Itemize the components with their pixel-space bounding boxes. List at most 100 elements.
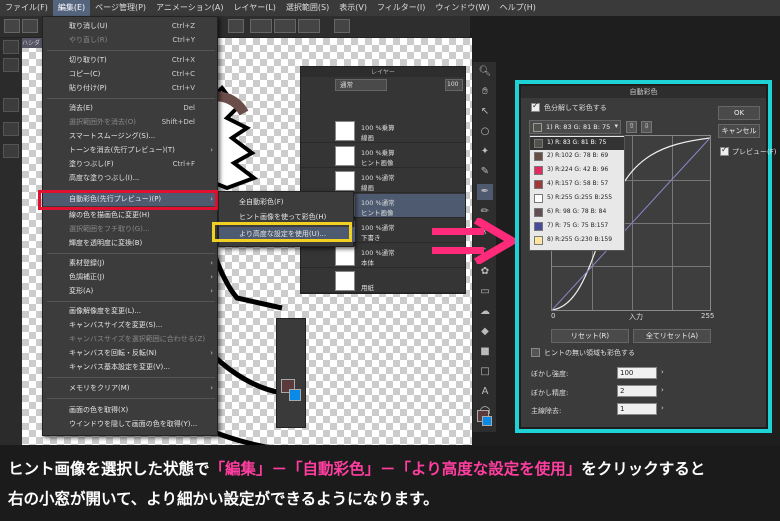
- menu-item-smart-smoothing[interactable]: スマートスムージング(S)...: [43, 129, 219, 143]
- menu-item-transform[interactable]: 変形(A) ›: [43, 284, 219, 298]
- layer-name: 本体: [361, 259, 374, 267]
- menu-item-image-resolution[interactable]: 画像解像度を変更(L)...: [43, 304, 219, 318]
- menu-item-rotate-flip-canvas[interactable]: キャンバスを回転・反転(N) ›: [43, 346, 219, 360]
- menu-item-change-line-color[interactable]: 線の色を描画色に変更(H): [43, 208, 219, 222]
- ok-button[interactable]: OK: [718, 106, 760, 120]
- menu-item-cut[interactable]: 切り取り(T) Ctrl+X: [43, 53, 219, 67]
- blur-precision-input[interactable]: 2: [617, 385, 657, 397]
- ruler-icon[interactable]: [250, 19, 272, 33]
- close-icon[interactable]: [3, 40, 19, 54]
- submenu-item-full-auto[interactable]: 全自動彩色(F): [219, 195, 355, 210]
- menu-item-remove-tone[interactable]: トーンを消去(先行プレビュー)(T) ›: [43, 143, 219, 157]
- menu-item-copy[interactable]: コピー(C) Ctrl+C: [43, 67, 219, 81]
- menu-window[interactable]: ウィンドウ(W): [430, 0, 494, 16]
- figure-icon[interactable]: □: [477, 364, 493, 380]
- menu-item-undo[interactable]: 取り消し(U) Ctrl+Z: [43, 19, 219, 33]
- operation-icon[interactable]: ↖: [477, 104, 493, 120]
- blur-precision-label: ぼかし精度:: [531, 389, 569, 397]
- chevron-right-icon[interactable]: ›: [661, 386, 664, 394]
- layer-row[interactable]: 100 %通常 線画: [301, 169, 465, 193]
- menu-item-clear[interactable]: 消去(E) Del: [43, 101, 219, 115]
- color-select[interactable]: 1) R: 83 G: 81 B: 75 ▾: [529, 120, 621, 134]
- main-line-removal-input[interactable]: 1: [617, 403, 657, 415]
- gradient-icon[interactable]: ■: [477, 344, 493, 360]
- ruler-icon[interactable]: [298, 19, 320, 33]
- menu-filter[interactable]: フィルター(I): [372, 0, 430, 16]
- tool-icon[interactable]: [3, 98, 19, 112]
- toolbar-button[interactable]: [4, 19, 20, 33]
- color-list-item[interactable]: 8) R:255 G:230 B:159: [530, 234, 624, 247]
- color-list-item[interactable]: 6) R: 98 G: 78 B: 84: [530, 206, 624, 219]
- menu-item-fit-canvas-to-selection[interactable]: キャンバスサイズを選択範囲に合わせる(Z): [43, 332, 219, 346]
- menu-item-hide-window-obtain-color[interactable]: ウインドウを隠して画面の色を取得(Y)...: [43, 417, 219, 431]
- eraser-icon[interactable]: ▭: [477, 284, 493, 300]
- menu-item-canvas-properties[interactable]: キャンバス基本設定を変更(V)...: [43, 360, 219, 374]
- hint-area-checkbox[interactable]: [531, 348, 540, 357]
- menu-item-canvas-size[interactable]: キャンバスサイズを変更(S)...: [43, 318, 219, 332]
- reset-all-button[interactable]: 全てリセット(A): [633, 329, 711, 343]
- blur-strength-input[interactable]: 100: [617, 367, 657, 379]
- menu-item-shortcut: Ctrl+X: [171, 56, 195, 64]
- color-list-item[interactable]: 5) R:255 G:255 B:255: [530, 192, 624, 205]
- move-up-button[interactable]: ⇧: [626, 121, 637, 133]
- decoration-icon[interactable]: ✿: [477, 264, 493, 280]
- blend-mode-select[interactable]: 通常: [335, 79, 387, 91]
- menu-edit[interactable]: 編集(E): [52, 0, 91, 16]
- menu-item-border-selection[interactable]: 選択範囲をフチ取り(G)...: [43, 222, 219, 236]
- reset-button[interactable]: リセット(R): [551, 329, 629, 343]
- move-down-button[interactable]: ⇩: [641, 121, 652, 133]
- eye-icon[interactable]: [22, 19, 38, 33]
- menu-help[interactable]: ヘルプ(H): [495, 0, 541, 16]
- layer-row[interactable]: 100 %乗算 線画: [301, 119, 465, 143]
- menu-selection[interactable]: 選択範囲(S): [281, 0, 334, 16]
- chevron-right-icon[interactable]: ›: [661, 368, 664, 376]
- menu-animation[interactable]: アニメーション(A): [151, 0, 228, 16]
- tool-icon[interactable]: [3, 144, 19, 158]
- tool-icon[interactable]: [3, 58, 19, 72]
- ruler-icon[interactable]: [274, 19, 296, 33]
- eyedropper-icon[interactable]: ✎: [477, 164, 493, 180]
- sub-color-swatch[interactable]: [289, 389, 301, 401]
- text-icon[interactable]: A: [477, 384, 493, 400]
- menu-item-paste[interactable]: 貼り付け(P) Ctrl+V: [43, 81, 219, 95]
- selection-icon[interactable]: ○: [477, 124, 493, 140]
- toolbar-button[interactable]: [334, 19, 350, 33]
- menu-view[interactable]: 表示(V): [334, 0, 372, 16]
- color-list-item[interactable]: 3) R:224 G: 42 B: 96: [530, 164, 624, 177]
- menu-item-clear-memory[interactable]: メモリをクリア(M) ›: [43, 381, 219, 395]
- fill-icon[interactable]: ◆: [477, 324, 493, 340]
- color-list-item[interactable]: 7) R: 75 G: 75 B:157: [530, 220, 624, 233]
- tool-icon[interactable]: [3, 122, 19, 136]
- separate-colors-checkbox[interactable]: [531, 101, 540, 112]
- color-list-item[interactable]: 2) R:102 G: 78 B: 69: [530, 150, 624, 163]
- hand-icon[interactable]: ✋︎: [477, 84, 493, 100]
- chevron-right-icon[interactable]: ›: [661, 404, 664, 412]
- menu-item-register-material[interactable]: 素材登録(J) ›: [43, 256, 219, 270]
- menu-item-clear-outside[interactable]: 選択範囲外を消去(O) Shift+Del: [43, 115, 219, 129]
- menu-layer[interactable]: レイヤー(L): [228, 0, 280, 16]
- blend-icon[interactable]: ☁: [477, 304, 493, 320]
- layer-row[interactable]: 用紙: [301, 269, 465, 293]
- preview-checkbox[interactable]: [720, 145, 729, 156]
- menu-item-advanced-fill[interactable]: 高度な塗りつぶし(I)...: [43, 171, 219, 185]
- color-label: 4) R:157 G: 58 B: 57: [547, 180, 609, 187]
- menu-item-shortcut: Ctrl+V: [171, 84, 195, 92]
- menu-page[interactable]: ページ管理(P): [90, 0, 151, 16]
- menu-file[interactable]: ファイル(F): [0, 0, 53, 16]
- sub-color-swatch[interactable]: [482, 416, 492, 426]
- menu-item-label: メモリをクリア(M): [69, 384, 130, 392]
- color-list-item[interactable]: 4) R:157 G: 58 B: 57: [530, 178, 624, 191]
- pen-icon[interactable]: ✒: [477, 184, 493, 200]
- cancel-button[interactable]: キャンセル: [718, 124, 760, 138]
- toolbar-button[interactable]: [228, 19, 244, 33]
- menu-item-redo[interactable]: やり直し(R) Ctrl+Y: [43, 33, 219, 47]
- menu-item-obtain-screen-color[interactable]: 画面の色を取得(X): [43, 403, 219, 417]
- opacity-field[interactable]: 100: [445, 79, 463, 91]
- auto-select-icon[interactable]: ✦: [477, 144, 493, 160]
- menu-item-tonal-correction[interactable]: 色調補正(J) ›: [43, 270, 219, 284]
- zoom-icon[interactable]: 🔍︎: [477, 64, 493, 80]
- color-list-item[interactable]: 1) R: 83 G: 81 B: 75: [530, 137, 624, 150]
- layer-row[interactable]: 100 %乗算 ヒント画像: [301, 144, 465, 168]
- menu-item-fill[interactable]: 塗りつぶし(F) Ctrl+F: [43, 157, 219, 171]
- menu-item-luminance-to-opacity[interactable]: 輝度を透明度に変換(B): [43, 236, 219, 250]
